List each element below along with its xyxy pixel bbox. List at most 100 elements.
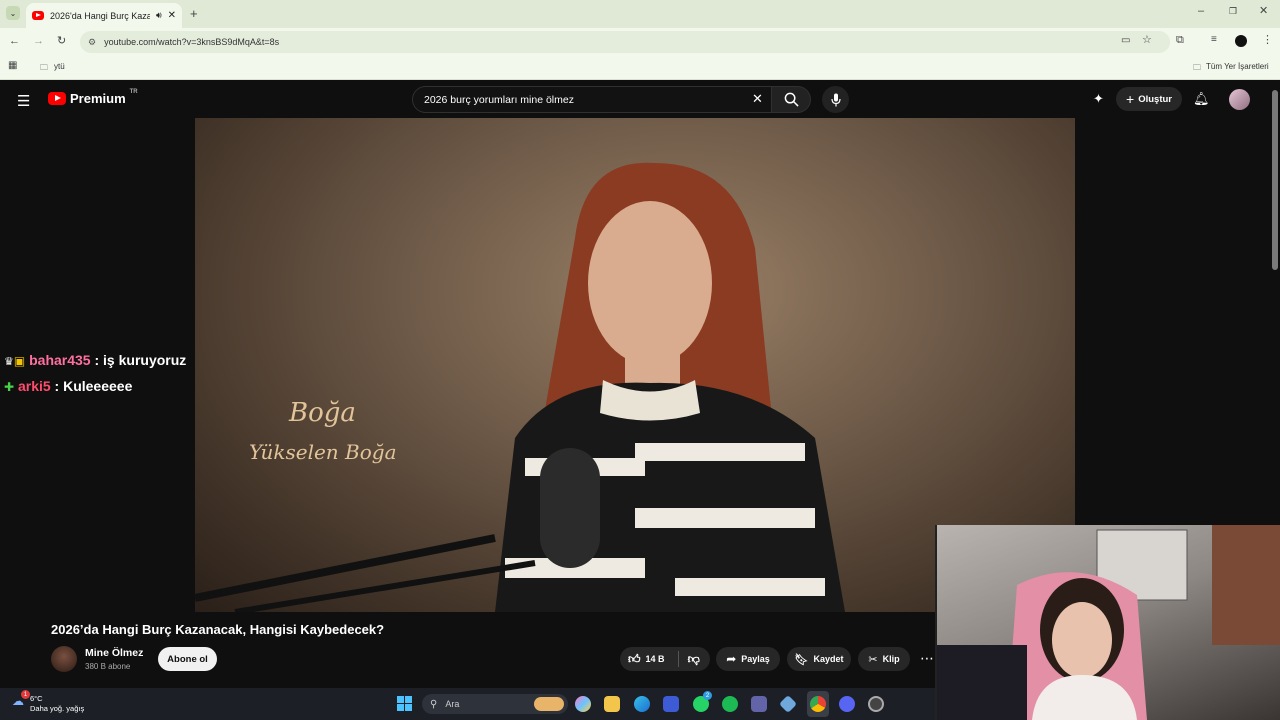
teams-icon[interactable]	[751, 696, 767, 712]
rain-cloud-icon: ☁ 1	[12, 690, 30, 714]
like-icon[interactable]: 👍︎	[628, 652, 641, 667]
bookmark-folder-ytu[interactable]: 🗀︎ ytü	[40, 62, 65, 76]
channel-name[interactable]: Mine Ölmez	[85, 647, 143, 659]
weather-temp: 6°C	[30, 694, 43, 703]
youtube-favicon-icon	[32, 11, 44, 20]
microphone-icon	[830, 93, 841, 106]
like-divider	[677, 651, 679, 667]
extensions-icon[interactable]: ⧉	[1176, 35, 1184, 46]
bookmarks-bar	[0, 56, 1280, 80]
forward-button[interactable]: →	[33, 36, 44, 47]
folder-icon: 🗀︎	[1193, 63, 1201, 72]
taskbar-search-placeholder: Ara	[445, 699, 460, 709]
tab-title: 2026'da Hangi Burç Kazana	[50, 10, 150, 21]
logo-text: Premium	[70, 91, 126, 106]
chat-message: ✚ arki5 : Kuleeeeee	[4, 378, 132, 394]
whatsapp-icon[interactable]: 2	[693, 691, 712, 712]
reload-button[interactable]: ↻	[57, 36, 66, 47]
create-label: Oluştur	[1138, 93, 1172, 105]
file-explorer-icon[interactable]	[604, 696, 620, 712]
dislike-icon[interactable]: 👎︎	[688, 652, 700, 667]
app-settings-icon[interactable]	[868, 696, 884, 712]
weather-badge: 1	[21, 690, 30, 699]
spotify-icon[interactable]	[722, 696, 738, 712]
browser-tab[interactable]: 2026'da Hangi Burç Kazana 🔊︎ ✕	[26, 3, 182, 28]
weather-widget[interactable]: ☁ 1 6°C Daha yoğ. yağış	[12, 690, 85, 714]
bookmark-folder-label: ytü	[54, 62, 65, 71]
gold-badge-icon: ▣	[13, 354, 26, 368]
profile-avatar[interactable]	[1235, 35, 1247, 47]
share-label: Paylaş	[741, 654, 770, 664]
search-icon: ⚲	[430, 698, 438, 710]
whatsapp-badge: 2	[703, 691, 712, 700]
tab-search-chevron-icon[interactable]: ⌄	[6, 6, 20, 20]
discord-icon[interactable]	[839, 696, 855, 712]
channel-avatar[interactable]	[51, 646, 77, 672]
store-icon[interactable]	[663, 696, 679, 712]
search-button[interactable]	[771, 86, 811, 113]
chat-message: ♛▣ bahar435 : iş kuruyoruz	[4, 352, 186, 368]
cast-icon[interactable]: ▭	[1121, 36, 1130, 46]
clip-button[interactable]: ✂ Klip	[858, 647, 910, 671]
plus-badge-icon: ✚	[4, 380, 15, 394]
save-label: Kaydet	[813, 654, 844, 664]
chat-username: bahar435	[29, 352, 91, 368]
clear-search-icon[interactable]: ✕	[752, 91, 763, 107]
clip-label: Klip	[882, 654, 900, 664]
bookmark-star-icon[interactable]: ☆	[1142, 35, 1152, 46]
hamburger-menu-icon[interactable]: ☰	[17, 92, 30, 110]
chat-text: : iş kuruyoruz	[94, 352, 187, 368]
window-close-button[interactable]: ✕	[1259, 6, 1268, 17]
tab-close-icon[interactable]: ✕	[168, 10, 176, 21]
page-scrollbar[interactable]	[1272, 90, 1278, 270]
logo-region: TR	[129, 88, 138, 95]
restore-button[interactable]: ❐	[1229, 7, 1237, 16]
more-actions-icon[interactable]: ⋯	[920, 650, 934, 667]
like-count[interactable]: 14 B	[646, 654, 665, 664]
all-bookmarks-label: Tüm Yer İşaretleri	[1206, 62, 1269, 71]
omnibox[interactable]: ⚙ youtube.com/watch?v=3knsBS9dMqA&t=8s	[80, 31, 1170, 53]
video-title: 2026’da Hangi Burç Kazanacak, Hangisi Ka…	[51, 622, 385, 637]
youtube-logo-icon	[48, 92, 66, 105]
new-tab-button[interactable]: +	[190, 7, 198, 20]
taskbar-search[interactable]: ⚲ Ara	[422, 694, 568, 714]
search-highlight-image	[534, 697, 564, 711]
search-value: 2026 burç yorumları mine ölmez	[424, 93, 574, 106]
edge-icon[interactable]	[634, 696, 650, 712]
all-bookmarks-button[interactable]: 🗀︎ Tüm Yer İşaretleri	[1193, 62, 1269, 76]
back-button[interactable]: ←	[9, 36, 20, 47]
video-overlay-title: Boğa	[289, 398, 356, 428]
voice-search-button[interactable]	[822, 86, 849, 113]
chat-text: : Kuleeeeee	[54, 378, 133, 394]
notifications-bell-icon[interactable]: 🔔︎	[1193, 91, 1210, 107]
crown-badge-icon: ♛	[4, 356, 14, 368]
chrome-menu-icon[interactable]: ⋮	[1262, 35, 1273, 46]
apps-grid-icon[interactable]: ▦	[8, 61, 17, 71]
bookmark-icon: 🔖︎	[794, 653, 809, 666]
site-info-icon[interactable]: ⚙	[88, 37, 96, 48]
subscriber-count: 380 B abone	[85, 662, 131, 671]
speaker-icon[interactable]: 🔊︎	[156, 10, 162, 21]
minimize-button[interactable]: –	[1198, 6, 1204, 17]
account-avatar[interactable]	[1229, 89, 1250, 110]
sparkle-icon[interactable]: ✦	[1093, 91, 1104, 107]
save-button[interactable]: 🔖︎ Kaydet	[787, 647, 851, 671]
windows-start-icon[interactable]	[397, 696, 412, 711]
youtube-logo[interactable]: Premium TR	[48, 88, 138, 106]
chat-username: arki5	[17, 378, 51, 394]
url-text: youtube.com/watch?v=3knsBS9dMqA&t=8s	[104, 37, 280, 47]
folder-icon: 🗀︎	[40, 63, 48, 72]
scissors-icon: ✂	[868, 653, 878, 666]
webcam-streamer	[937, 525, 1280, 720]
share-button[interactable]: ➦ Paylaş	[716, 647, 780, 671]
plus-icon: +	[1126, 91, 1135, 107]
create-button[interactable]: + Oluştur	[1116, 87, 1182, 111]
media-control-icon[interactable]: ≡	[1211, 35, 1217, 45]
search-input[interactable]: 2026 burç yorumları mine ölmez	[412, 86, 772, 113]
weather-desc: Daha yoğ. yağış	[30, 704, 85, 713]
subscribe-button[interactable]: Abone ol	[158, 647, 217, 671]
copilot-icon[interactable]	[575, 696, 591, 712]
chrome-icon[interactable]	[810, 696, 826, 712]
share-icon: ➦	[726, 652, 737, 666]
webcam-overlay	[935, 525, 1280, 720]
